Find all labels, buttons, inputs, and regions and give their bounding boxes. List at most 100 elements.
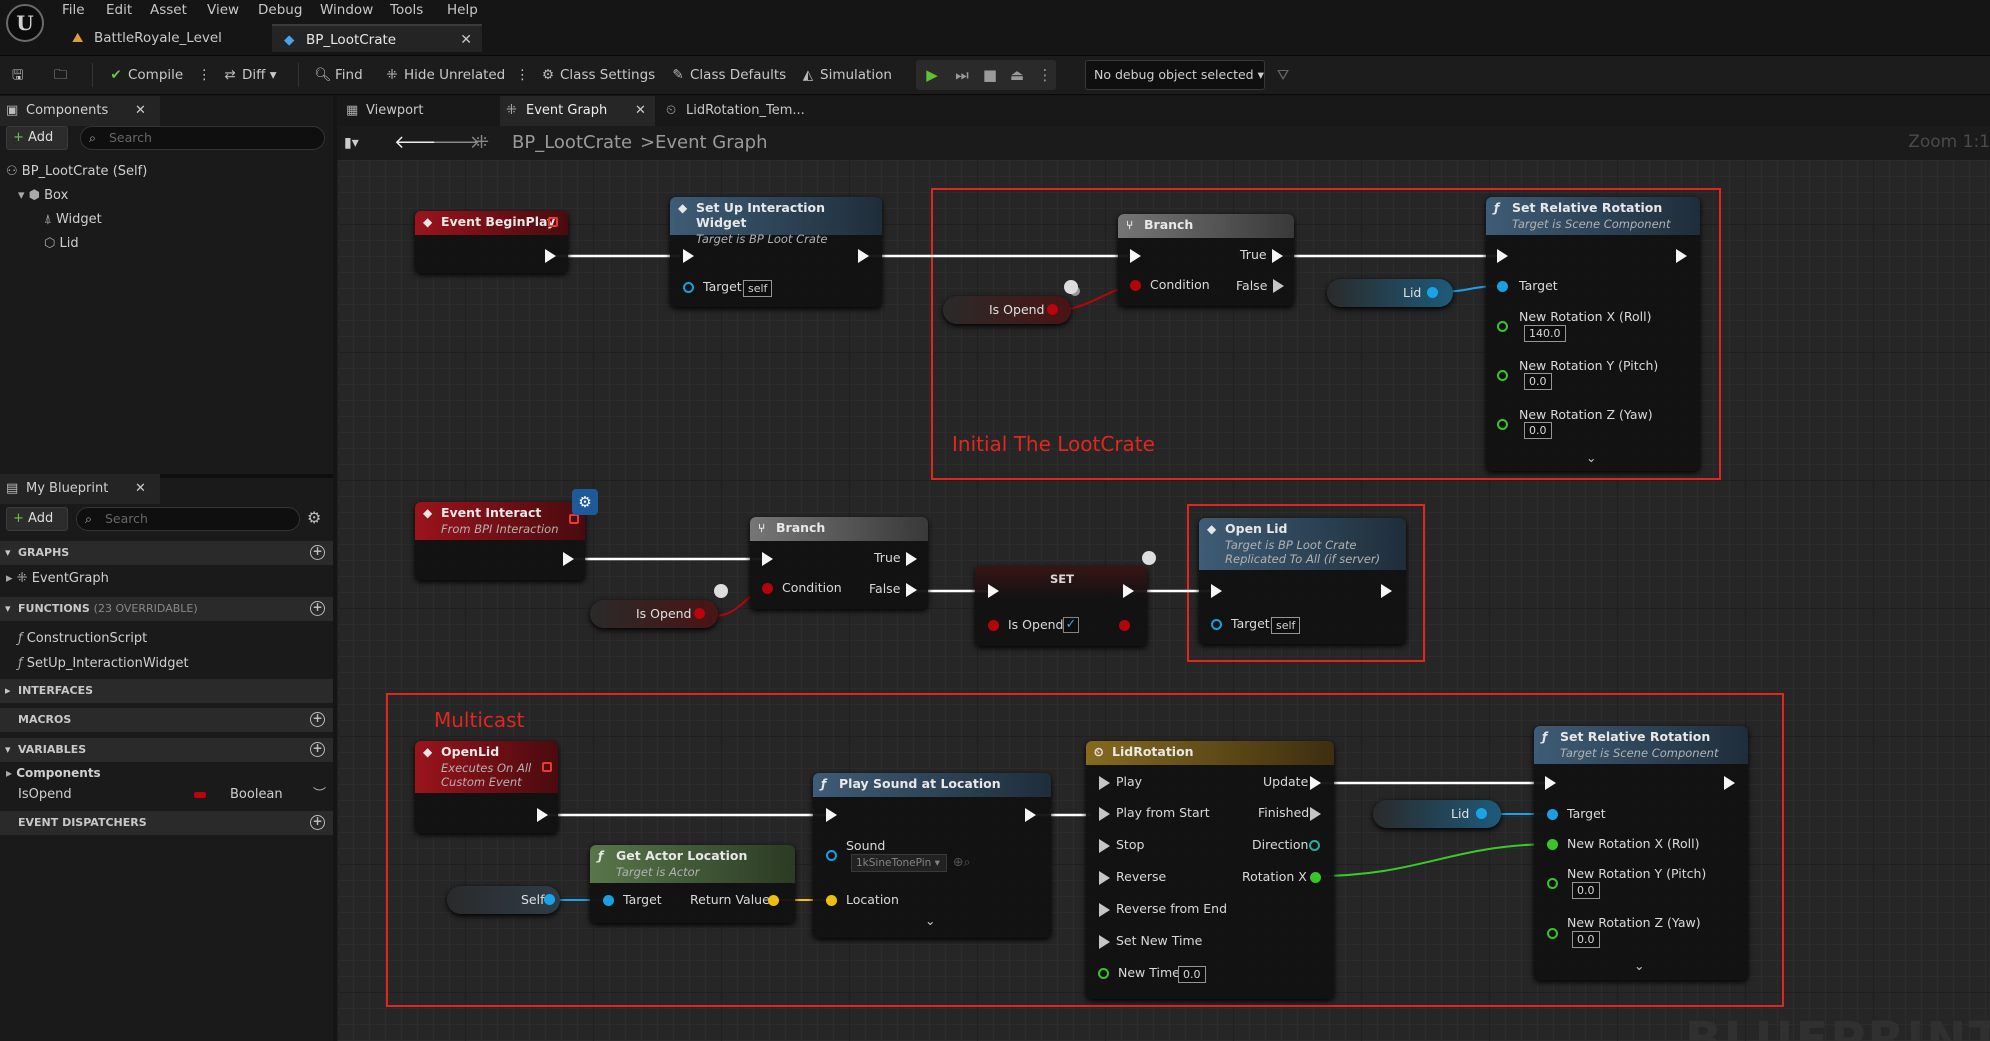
target-pin[interactable] bbox=[683, 282, 694, 293]
comment-label-initial[interactable]: Initial The LootCrate bbox=[952, 432, 1155, 456]
section-event-dispatchers[interactable]: EVENT DISPATCHERS + bbox=[0, 811, 333, 835]
node-play-sound-at-location[interactable]: ƒ Play Sound at Location Sound 1kSineTone… bbox=[813, 773, 1051, 938]
debug-object-select[interactable]: No debug object selected ▾ bbox=[1085, 60, 1265, 90]
exec-in-pin[interactable] bbox=[1211, 584, 1222, 598]
exec-out-pin[interactable] bbox=[1025, 808, 1036, 822]
menu-edit[interactable]: Edit bbox=[106, 0, 132, 20]
step-icon[interactable]: ⏭ bbox=[951, 64, 973, 86]
section-graphs[interactable]: ▾ GRAPHS + bbox=[0, 541, 333, 565]
node-get-isopend[interactable]: Is Opend bbox=[943, 296, 1071, 324]
close-icon[interactable]: ✕ bbox=[635, 96, 646, 126]
finished-exec-pin[interactable] bbox=[1310, 807, 1321, 821]
node-self[interactable]: Self bbox=[447, 886, 560, 914]
breadcrumb-root[interactable]: BP_LootCrate bbox=[512, 126, 632, 160]
true-exec-pin[interactable] bbox=[906, 552, 917, 566]
asset-browse-icon[interactable]: ⊕⌕ bbox=[953, 854, 970, 870]
condition-pin[interactable] bbox=[1130, 280, 1141, 291]
graph-eventgraph[interactable]: ▸ ⁜ EventGraph bbox=[6, 567, 109, 591]
new-time-pin[interactable] bbox=[1098, 968, 1109, 979]
blueprint-search-input[interactable]: ⌕ Search bbox=[76, 507, 300, 531]
components-search-input[interactable]: ⌕ Search bbox=[80, 126, 325, 150]
object-out-pin[interactable] bbox=[1427, 287, 1438, 298]
menu-file[interactable]: File bbox=[62, 0, 85, 20]
section-interfaces[interactable]: ▸ INTERFACES bbox=[0, 679, 333, 703]
direction-pin[interactable] bbox=[1309, 840, 1320, 851]
vector-out-pin[interactable] bbox=[768, 895, 779, 906]
expand-chevron-icon[interactable]: ⌄ bbox=[1634, 958, 1644, 973]
node-get-lid-2[interactable]: Lid bbox=[1373, 800, 1501, 828]
compile-button[interactable]: ✔ Compile ⋮ bbox=[106, 55, 211, 95]
isopend-out-pin[interactable] bbox=[1119, 620, 1130, 631]
section-variables[interactable]: ▾ VARIABLES + bbox=[0, 738, 333, 762]
browse-icon[interactable]: 🗀 bbox=[54, 55, 68, 95]
function-constructionscript[interactable]: ƒ ConstructionScript bbox=[18, 627, 147, 651]
stop-pin[interactable] bbox=[1099, 839, 1110, 853]
reverse-from-end-pin[interactable] bbox=[1099, 903, 1110, 917]
variable-isopend[interactable]: IsOpend Boolean ︶ bbox=[18, 783, 333, 807]
node-open-lid[interactable]: ◆ Open Lid Target is BP Loot Crate Replicat… bbox=[1199, 518, 1406, 644]
bookmark-icon[interactable]: ▮▾ bbox=[344, 126, 359, 160]
expand-chevron-icon[interactable]: ⌄ bbox=[925, 913, 935, 928]
add-member-button[interactable]: + Add bbox=[6, 507, 68, 531]
sound-pin[interactable] bbox=[826, 850, 837, 861]
variable-group-components[interactable]: ▸ Components bbox=[6, 761, 101, 785]
delegate-pin[interactable] bbox=[569, 514, 579, 524]
close-icon[interactable]: ✕ bbox=[135, 96, 146, 126]
node-event-interact[interactable]: ◆ Event Interact From BPI Interaction bbox=[415, 502, 585, 580]
section-functions[interactable]: ▾ FUNCTIONS (23 OVERRIDABLE) + bbox=[0, 597, 333, 621]
breadcrumb-leaf[interactable]: Event Graph bbox=[655, 126, 768, 160]
unreal-logo-icon[interactable]: U bbox=[6, 4, 44, 42]
add-circle-icon[interactable]: + bbox=[310, 815, 325, 830]
tab-bp-lootcrate[interactable]: ◆ BP_LootCrate ✕ bbox=[272, 24, 482, 52]
rotation-z-value[interactable]: 0.0 bbox=[1572, 931, 1600, 948]
node-set-isopend[interactable]: SET Is Opend ✓ bbox=[975, 566, 1147, 646]
node-openlid-event[interactable]: ◆ OpenLid Executes On All Custom Event bbox=[415, 741, 558, 833]
location-pin[interactable] bbox=[826, 895, 837, 906]
exec-out-pin[interactable] bbox=[1381, 584, 1392, 598]
isopend-in-pin[interactable] bbox=[988, 620, 999, 631]
node-branch-2[interactable]: ⑂ Branch True Condition False bbox=[750, 517, 928, 609]
visibility-icon[interactable]: ︶ bbox=[313, 783, 326, 807]
component-box[interactable]: ▾ ⬢ Box bbox=[18, 184, 68, 208]
find-button[interactable]: 🔍︎ Find bbox=[313, 55, 362, 95]
exec-in-pin[interactable] bbox=[826, 808, 837, 822]
function-setup-interactionwidget[interactable]: ƒ SetUp_InteractionWidget bbox=[18, 652, 189, 676]
rotation-x-value[interactable]: 140.0 bbox=[1524, 325, 1566, 342]
component-self[interactable]: ⚇ BP_LootCrate (Self) bbox=[6, 160, 147, 184]
object-out-pin[interactable] bbox=[544, 894, 555, 905]
add-circle-icon[interactable]: + bbox=[310, 742, 325, 757]
tab-battleroyale-level[interactable]: ⛰ BattleRoyale_Level bbox=[60, 24, 270, 52]
sound-asset-select[interactable]: 1kSineTonePin ▾ bbox=[851, 854, 947, 872]
add-circle-icon[interactable]: + bbox=[310, 712, 325, 727]
section-macros[interactable]: MACROS + bbox=[0, 708, 333, 732]
component-widget[interactable]: ⍋ Widget bbox=[44, 208, 102, 232]
bool-out-pin[interactable] bbox=[694, 608, 705, 619]
simulation-button[interactable]: ◭ Simulation bbox=[798, 55, 892, 95]
target-value[interactable]: self bbox=[1271, 617, 1301, 634]
menu-asset[interactable]: Asset bbox=[150, 0, 187, 20]
menu-window[interactable]: Window bbox=[320, 0, 373, 20]
class-defaults-button[interactable]: ✎ Class Defaults bbox=[668, 55, 786, 95]
false-exec-pin[interactable] bbox=[1272, 279, 1284, 293]
node-event-beginplay[interactable]: ◆ Event BeginPlay bbox=[415, 211, 568, 273]
true-exec-pin[interactable] bbox=[1272, 249, 1283, 263]
stop-icon[interactable]: ■ bbox=[979, 64, 1001, 86]
exec-out-pin[interactable] bbox=[563, 552, 574, 566]
node-get-lid-1[interactable]: Lid bbox=[1327, 279, 1453, 307]
rotation-x-pin[interactable] bbox=[1497, 321, 1508, 332]
my-blueprint-tab[interactable]: ▤ My Blueprint ✕ bbox=[0, 474, 160, 504]
delegate-pin[interactable] bbox=[542, 762, 552, 772]
close-icon[interactable]: ✕ bbox=[460, 26, 472, 54]
exec-out-pin[interactable] bbox=[858, 249, 869, 263]
eject-icon[interactable]: ⏏ bbox=[1006, 64, 1028, 86]
exec-out-pin[interactable] bbox=[537, 808, 548, 822]
exec-out-pin[interactable] bbox=[1724, 776, 1735, 790]
node-timeline-lidrotation[interactable]: ⏲ LidRotation Play Play from Start Stop R… bbox=[1086, 741, 1334, 999]
target-value[interactable]: self bbox=[743, 280, 773, 297]
play-from-start-pin[interactable] bbox=[1099, 807, 1110, 821]
reverse-pin[interactable] bbox=[1099, 871, 1110, 885]
node-set-relative-rotation-1[interactable]: ƒ Set Relative Rotation Target is Scene Co… bbox=[1486, 197, 1700, 471]
tab-lidrotation-timeline[interactable]: ⏲ LidRotation_Tem... bbox=[660, 96, 820, 126]
condition-pin[interactable] bbox=[762, 583, 773, 594]
play-exec-pin[interactable] bbox=[1099, 776, 1110, 790]
